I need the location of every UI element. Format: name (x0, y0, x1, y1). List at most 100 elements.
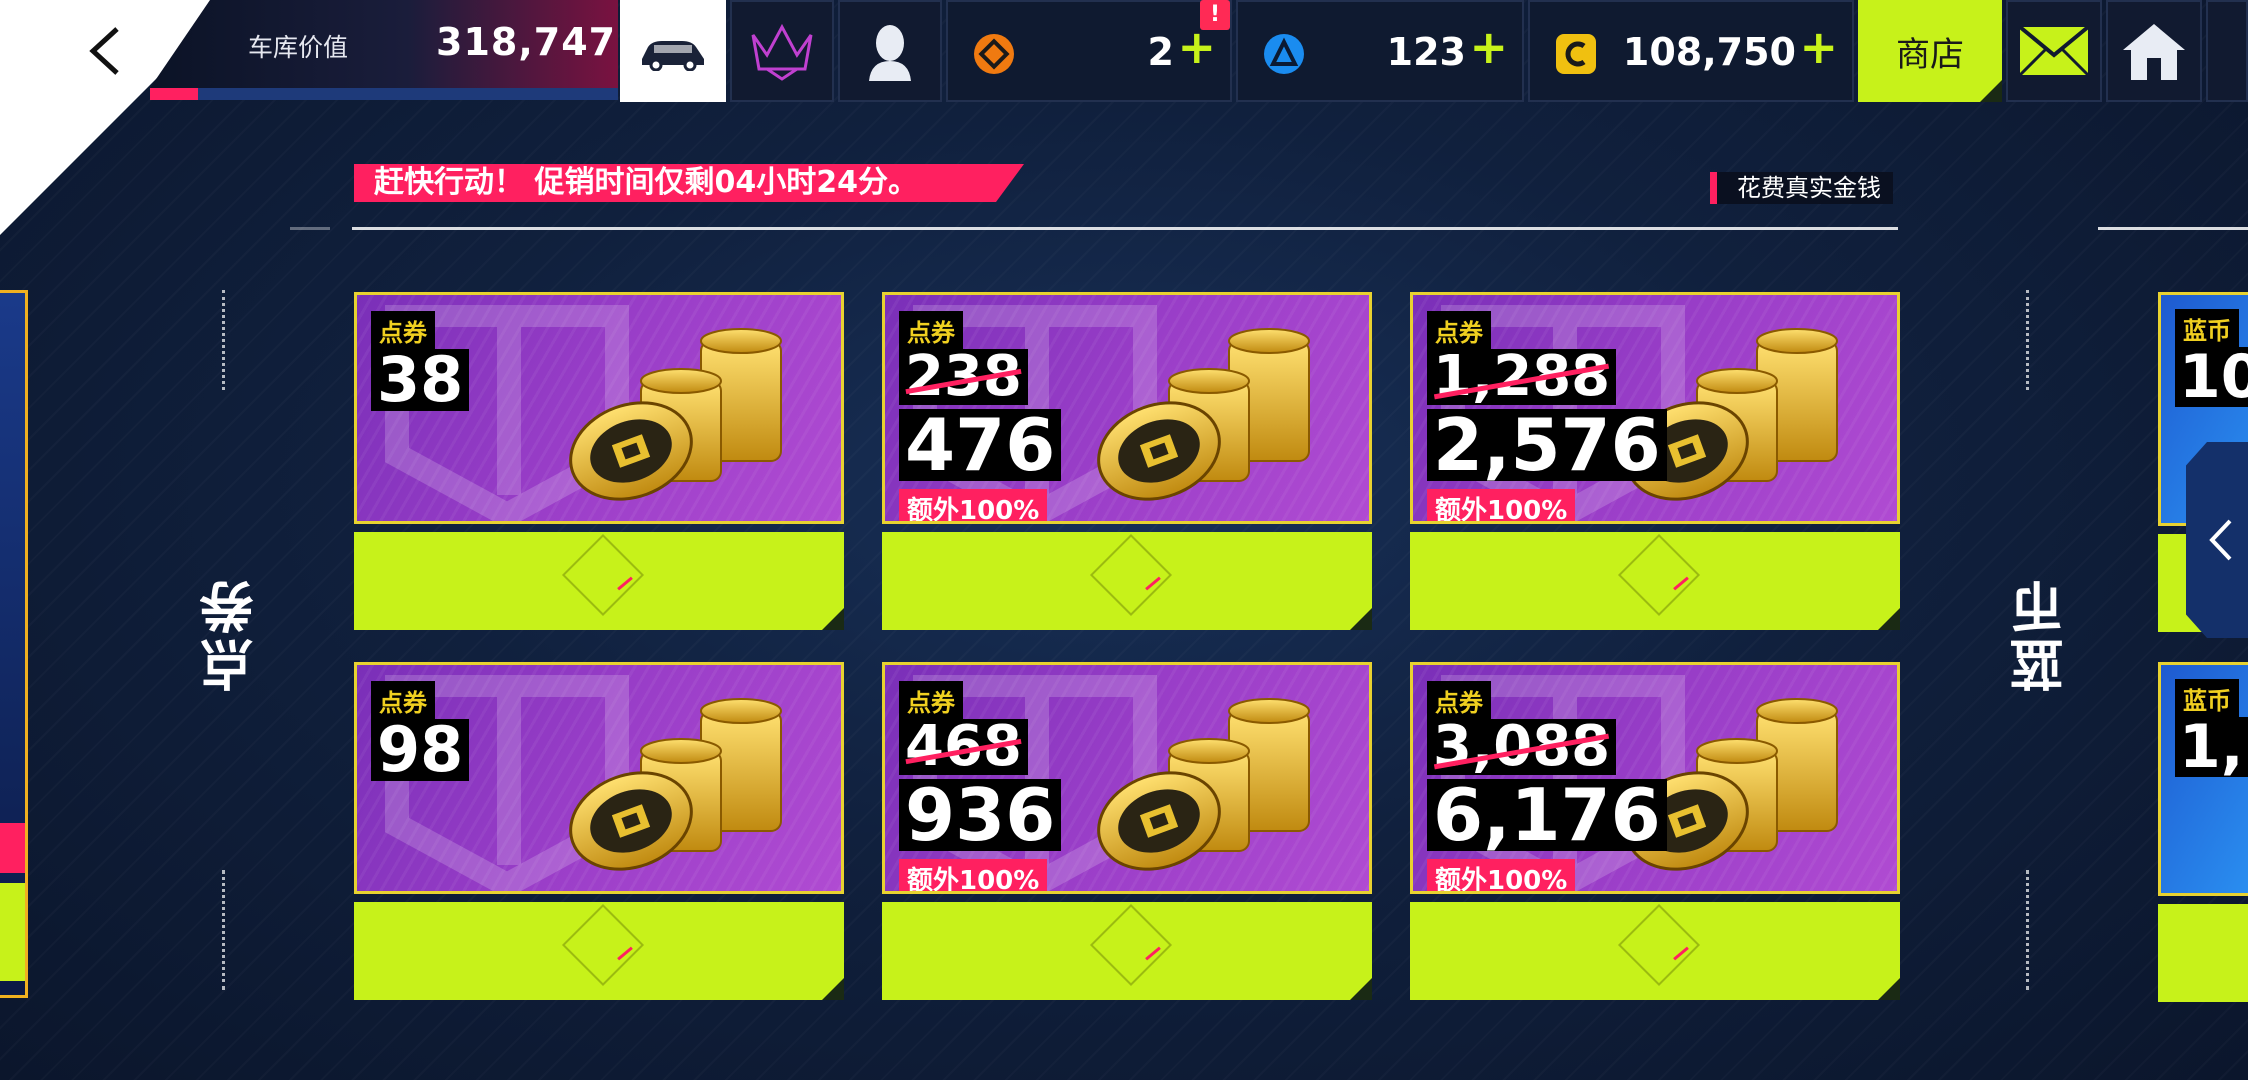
shop-label: 商店 (1896, 34, 1964, 75)
ticket-offer-card[interactable]: 点券 468 936 额外100% (882, 662, 1372, 1000)
buy-button[interactable] (354, 902, 844, 1000)
crown-icon (751, 23, 813, 81)
ticket-offer-card[interactable]: 点券 3,088 6,176 额外100% (1410, 662, 1900, 1000)
blue-add-icon[interactable]: + (1469, 24, 1508, 70)
shop-notch (1980, 80, 2002, 102)
ticket-currency[interactable]: 2 + (946, 0, 1232, 102)
offer-display[interactable]: 点券 238 476 额外100% (882, 292, 1372, 524)
gold-currency[interactable]: 108,750 + (1528, 0, 1854, 102)
blue-coin-icon (1264, 34, 1304, 74)
offer-old-amount: 1,288 (1427, 349, 1617, 405)
ticket-offer-card[interactable]: 点券 98 (354, 662, 844, 1000)
offer-amount: 6,176 (1427, 779, 1667, 851)
button-notch (1878, 608, 1900, 630)
profile-button[interactable] (838, 0, 942, 102)
buy-button[interactable] (354, 532, 844, 630)
coins-illustration (1097, 698, 1310, 871)
gold-add-icon[interactable]: + (1799, 24, 1838, 70)
button-notch (1350, 608, 1372, 630)
offer-amount: 1,2 (2175, 717, 2248, 777)
shop-button[interactable]: 商店 (1858, 0, 2002, 102)
buy-button[interactable] (1410, 532, 1900, 630)
offer-amount: 476 (899, 409, 1062, 481)
ticket-add-icon[interactable]: + (1177, 24, 1216, 70)
blue-coin-buy-button[interactable] (2158, 904, 2248, 1002)
button-notch (822, 978, 844, 1000)
credits-icon (1556, 34, 1596, 74)
offer-bonus-badge: 额外100% (899, 489, 1048, 521)
blue-amount: 123 (1386, 30, 1466, 74)
button-notch (1350, 978, 1372, 1000)
section-label-blue-coins: 蓝币 (2010, 576, 2073, 692)
offer-display[interactable]: 点券 468 936 额外100% (882, 662, 1372, 894)
loading-icon (1617, 533, 1701, 617)
previous-offer-card[interactable] (0, 290, 28, 998)
buy-button[interactable] (882, 902, 1372, 1000)
ticket-amount: 2 (1147, 30, 1174, 74)
offer-bonus-strip (0, 823, 25, 873)
offer-display[interactable]: 点券 3,088 6,176 额外100% (1410, 662, 1900, 894)
divider-left (290, 227, 330, 230)
offer-bonus-badge: 额外100% (1427, 859, 1576, 891)
dotted-line (2026, 870, 2032, 990)
garage-progress-fill (150, 88, 198, 100)
alert-badge: ! (1200, 0, 1230, 30)
promo-hours-unit: 小时 (756, 165, 817, 200)
legend-button[interactable] (730, 0, 834, 102)
blue-currency[interactable]: 123 + (1236, 0, 1524, 102)
button-notch (1878, 978, 1900, 1000)
loading-icon (1089, 903, 1173, 987)
ticket-icon (974, 34, 1014, 74)
gold-amount: 108,750 (1622, 30, 1796, 74)
coins-illustration (1097, 328, 1310, 501)
offer-bonus-badge: 额外100% (899, 859, 1048, 891)
promo-text: 赶快行动！ 促销时间仅剩 (374, 165, 715, 200)
offer-amount: 38 (371, 349, 470, 411)
coins-illustration (569, 698, 782, 871)
buy-button[interactable] (1410, 902, 1900, 1000)
offer-amount: 2,576 (1427, 409, 1667, 481)
back-button[interactable] (60, 20, 150, 82)
ticket-offer-card[interactable]: 点券 38 (354, 292, 844, 630)
button-notch (822, 608, 844, 630)
promo-hours: 04 (714, 165, 757, 200)
coins-illustration (569, 328, 782, 501)
divider (352, 227, 1898, 230)
blue-coin-offer-card[interactable]: 蓝币 1,2 (2158, 662, 2248, 896)
offer-display[interactable]: 点券 98 (354, 662, 844, 894)
menu-edge-button[interactable] (2206, 0, 2248, 102)
garage-progress-bar (150, 88, 618, 100)
divider-right (2098, 227, 2248, 230)
section-label-tickets: 点券 (200, 576, 263, 692)
scroll-left-button[interactable] (2186, 442, 2248, 638)
avatar-icon (869, 25, 911, 81)
home-button[interactable] (2106, 0, 2202, 102)
offer-display[interactable]: 点券 1,288 2,576 额外100% (1410, 292, 1900, 524)
garage-button[interactable] (620, 0, 726, 102)
offer-buy-strip (0, 883, 25, 981)
dotted-line (222, 870, 228, 990)
offer-old-amount: 238 (899, 349, 1028, 405)
home-icon (2123, 24, 2185, 80)
garage-value: 318,747 (436, 20, 617, 64)
real-money-label: 花费真实金钱 (1710, 172, 1893, 204)
offer-display[interactable]: 点券 38 (354, 292, 844, 524)
loading-icon (1617, 903, 1701, 987)
promo-minutes: 24 (816, 165, 858, 200)
chevron-left-icon (2209, 519, 2232, 561)
offer-amount: 98 (371, 719, 470, 781)
loading-icon (561, 903, 645, 987)
offer-old-amount: 3,088 (1427, 719, 1617, 775)
ticket-offer-card[interactable]: 点券 238 476 额外100% (882, 292, 1372, 630)
mail-icon (2018, 25, 2090, 77)
buy-button[interactable] (882, 532, 1372, 630)
loading-icon (561, 533, 645, 617)
offer-old-amount: 468 (899, 719, 1028, 775)
dotted-line (222, 290, 228, 390)
promo-banner: 赶快行动！ 促销时间仅剩04小时24分。 (354, 164, 1024, 202)
chevron-left-icon (89, 27, 119, 75)
ticket-offer-card[interactable]: 点券 1,288 2,576 额外100% (1410, 292, 1900, 630)
garage-value-label: 车库价值 (248, 33, 349, 62)
mail-button[interactable] (2006, 0, 2102, 102)
offer-amount: 936 (899, 779, 1062, 851)
